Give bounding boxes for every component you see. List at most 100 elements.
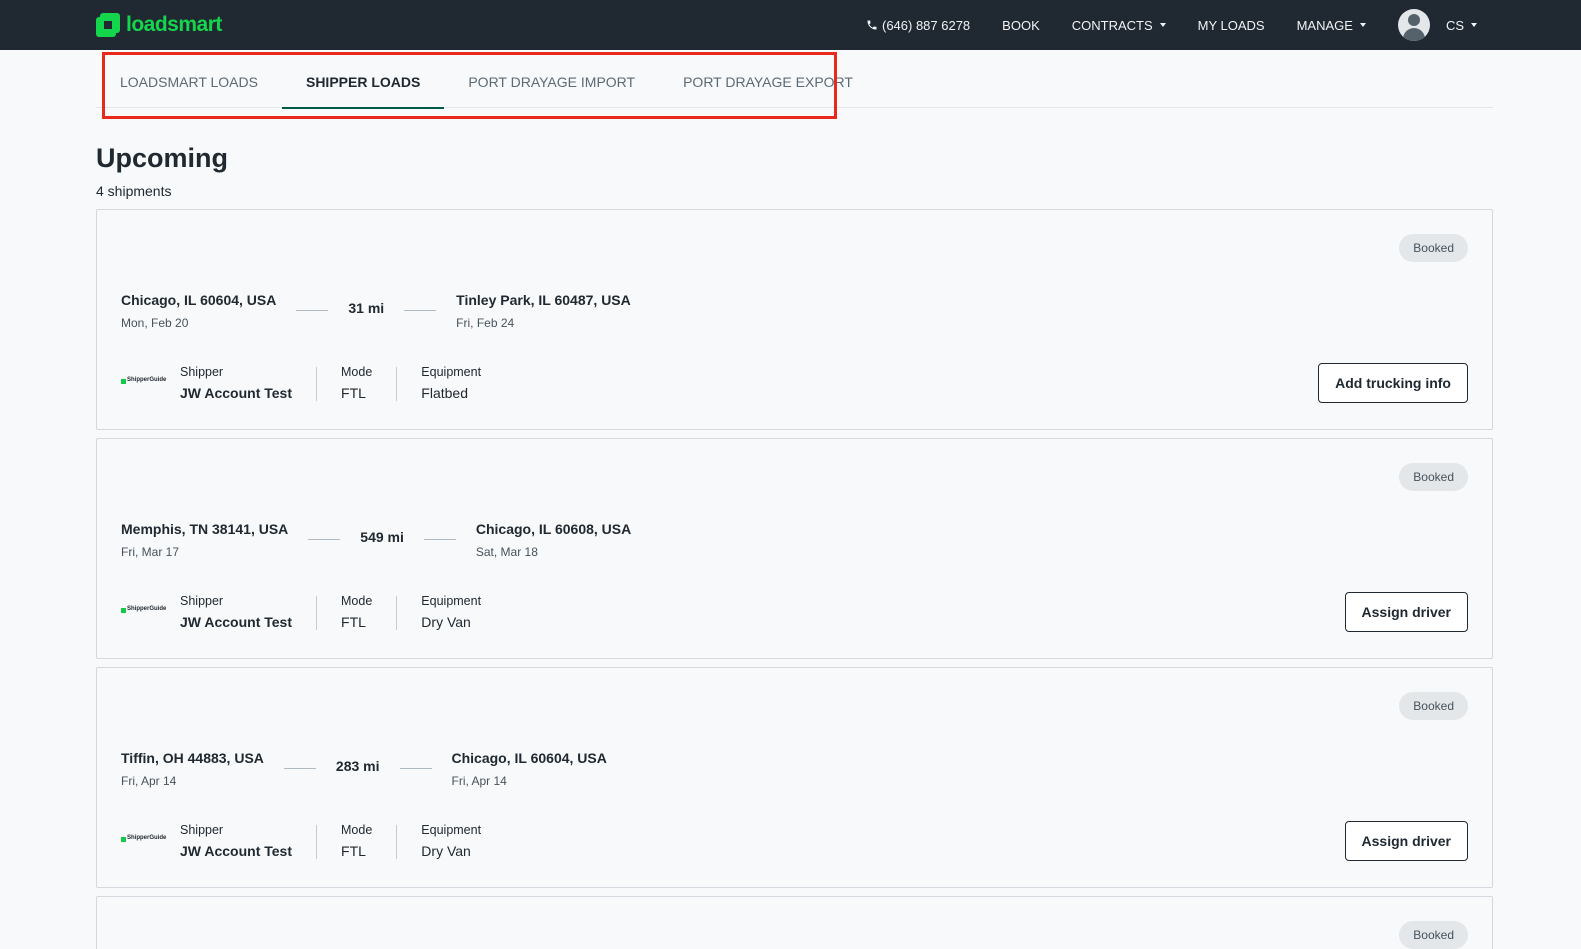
shipper-logo-text: ShipperGuide [127, 377, 167, 383]
mode-field: Mode FTL [341, 594, 372, 630]
mode-field: Mode FTL [341, 365, 372, 401]
phone-link[interactable]: (646) 887 6278 [866, 18, 970, 33]
shipper-label: Shipper [180, 594, 224, 608]
divider [396, 596, 398, 630]
distance-label: 283 mi [335, 758, 380, 774]
shipper-guide-logo: ShipperGuide [121, 833, 166, 847]
origin-date: Fri, Mar 17 [121, 545, 180, 559]
shipper-field: Shipper JW Account Test [180, 594, 292, 630]
route-line [296, 309, 329, 311]
shipper-logo-mark [121, 379, 126, 384]
load-tabs: LOADSMART LOADS SHIPPER LOADS PORT DRAYA… [96, 56, 1493, 109]
divider [396, 825, 398, 859]
divider [316, 367, 318, 401]
equipment-field: Equipment Flatbed [421, 365, 481, 401]
shipment-details: ShipperGuide Shipper JW Account Test Mod… [121, 823, 481, 859]
origin: Chicago, IL 60604, USA Mon, Feb 20 [121, 292, 276, 330]
top-navbar: loadsmart (646) 887 6278 BOOK CONTRACTS … [0, 0, 1581, 50]
destination-date: Fri, Apr 14 [451, 774, 507, 788]
user-avatar[interactable] [1397, 9, 1430, 41]
shipper-logo-mark [121, 608, 126, 613]
equipment-field: Equipment Dry Van [421, 823, 481, 859]
distance-label: 31 mi [348, 300, 385, 316]
user-menu[interactable]: CS [1446, 18, 1477, 33]
shipper-guide-logo: ShipperGuide [121, 375, 166, 389]
shipper-guide-logo: ShipperGuide [121, 604, 166, 618]
page-title: Upcoming [96, 143, 228, 173]
route-distance: 283 mi [283, 750, 432, 776]
route: Memphis, TN 38141, USA Fri, Mar 17 549 m… [121, 521, 631, 559]
route: Chicago, IL 60604, USA Mon, Feb 20 31 mi… [121, 292, 631, 330]
main-nav: (646) 887 6278 BOOK CONTRACTS MY LOADS M… [866, 0, 1477, 50]
route-line [404, 309, 437, 311]
shipment-details: ShipperGuide Shipper JW Account Test Mod… [121, 365, 481, 401]
nav-contracts-label: CONTRACTS [1071, 17, 1153, 33]
mode-field: Mode FTL [341, 823, 372, 859]
shipper-logo-text: ShipperGuide [127, 835, 167, 841]
shipper-field: Shipper JW Account Test [180, 823, 292, 859]
route-distance: 31 mi [296, 292, 437, 318]
nav-manage[interactable]: MANAGE [1297, 18, 1366, 33]
mode-label: Mode [341, 365, 373, 379]
divider [316, 825, 318, 859]
shipment-card[interactable]: Booked Tiffin, OH 44883, USA Fri, Apr 14… [96, 667, 1493, 888]
shipper-field: Shipper JW Account Test [180, 365, 292, 401]
status-badge: Booked [1399, 692, 1468, 720]
route: Tiffin, OH 44883, USA Fri, Apr 14 283 mi… [121, 750, 607, 788]
status-badge: Booked [1399, 234, 1468, 262]
route-line [283, 767, 316, 769]
divider [396, 367, 398, 401]
equipment-label: Equipment [421, 594, 482, 608]
equipment-value: Dry Van [421, 614, 471, 630]
assign-driver-button[interactable]: Assign driver [1344, 592, 1468, 632]
destination-city: Tinley Park, IL 60487, USA [456, 292, 631, 308]
load-tabs-container: LOADSMART LOADS SHIPPER LOADS PORT DRAYA… [96, 56, 1493, 109]
add-trucking-info-button[interactable]: Add trucking info [1318, 363, 1468, 403]
tab-shipper-loads[interactable]: SHIPPER LOADS [281, 56, 445, 109]
destination-city: Chicago, IL 60608, USA [475, 521, 632, 537]
phone-icon [866, 19, 878, 31]
nav-contracts[interactable]: CONTRACTS [1072, 18, 1166, 33]
nav-book[interactable]: BOOK [1002, 18, 1040, 33]
route-line [423, 538, 456, 540]
shipment-card[interactable]: Booked Memphis, TN 38141, USA Fri, Mar 1… [96, 438, 1493, 659]
loadsmart-logo[interactable]: loadsmart [96, 13, 222, 37]
tab-loadsmart-loads[interactable]: LOADSMART LOADS [96, 56, 282, 108]
destination-city: Chicago, IL 60604, USA [451, 750, 607, 766]
chevron-down-icon [1159, 23, 1166, 27]
shipment-card[interactable]: Booked [96, 896, 1493, 949]
destination: Chicago, IL 60604, USA Fri, Apr 14 [452, 750, 607, 788]
destination-date: Fri, Feb 24 [456, 316, 515, 330]
route-line [308, 538, 341, 540]
shipper-logo-mark [121, 837, 126, 842]
equipment-label: Equipment [421, 823, 482, 837]
avatar-body-shape [1402, 28, 1425, 41]
nav-manage-label: MANAGE [1296, 17, 1353, 33]
shipper-label: Shipper [180, 365, 224, 379]
origin-city: Memphis, TN 38141, USA [121, 521, 289, 537]
brand-name: loadsmart [126, 13, 222, 36]
chevron-down-icon [1359, 23, 1366, 27]
status-badge: Booked [1399, 463, 1468, 491]
shipper-value: JW Account Test [180, 843, 293, 859]
destination-date: Sat, Mar 18 [475, 545, 538, 559]
destination: Chicago, IL 60608, USA Sat, Mar 18 [476, 521, 631, 559]
assign-driver-button[interactable]: Assign driver [1344, 821, 1468, 861]
equipment-value: Dry Van [421, 843, 471, 859]
shipper-logo-text: ShipperGuide [127, 606, 167, 612]
shipper-value: JW Account Test [180, 614, 293, 630]
origin-date: Mon, Feb 20 [121, 316, 189, 330]
shipment-card[interactable]: Booked Chicago, IL 60604, USA Mon, Feb 2… [96, 209, 1493, 430]
origin-city: Chicago, IL 60604, USA [121, 292, 277, 308]
tab-port-drayage-import[interactable]: PORT DRAYAGE IMPORT [444, 56, 659, 108]
destination: Tinley Park, IL 60487, USA Fri, Feb 24 [456, 292, 631, 330]
mode-value: FTL [341, 843, 366, 859]
tab-port-drayage-export[interactable]: PORT DRAYAGE EXPORT [659, 56, 877, 108]
equipment-label: Equipment [421, 365, 482, 379]
shipper-value: JW Account Test [180, 385, 293, 401]
divider [316, 596, 318, 630]
nav-my-loads[interactable]: MY LOADS [1198, 18, 1265, 33]
route-distance: 549 mi [308, 521, 456, 547]
mode-value: FTL [341, 385, 366, 401]
origin: Memphis, TN 38141, USA Fri, Mar 17 [121, 521, 288, 559]
